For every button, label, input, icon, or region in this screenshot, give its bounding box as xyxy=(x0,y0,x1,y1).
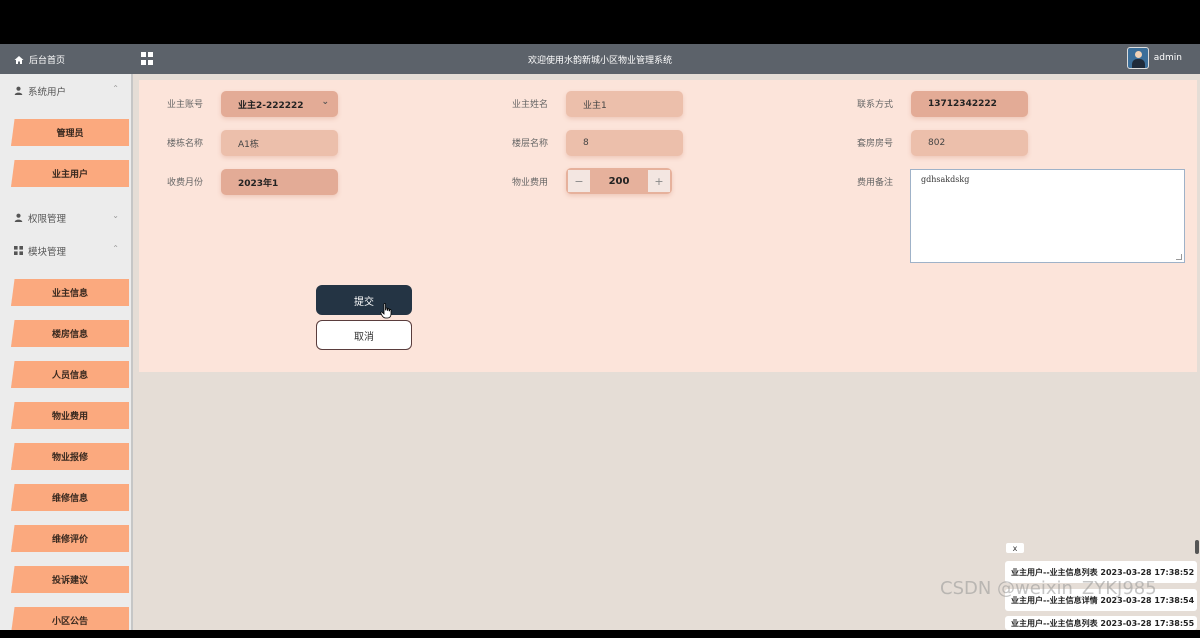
sidebar-item-admin[interactable]: 管理员 xyxy=(11,119,129,146)
fee-value[interactable]: 200 xyxy=(592,176,646,187)
home-label: 后台首页 xyxy=(29,56,66,66)
room-label: 套房房号 xyxy=(857,139,894,149)
sidebar-item-repair-requests[interactable]: 物业报修 xyxy=(11,443,129,470)
sidebar-item-property-fees[interactable]: 物业费用 xyxy=(11,402,129,429)
month-label: 收费月份 xyxy=(167,178,204,188)
user-menu[interactable]: admin xyxy=(1126,47,1182,69)
sidebar-item-building-info[interactable]: 楼房信息 xyxy=(11,320,129,347)
chevron-up-icon: ⌃ xyxy=(112,244,119,253)
username: admin xyxy=(1153,53,1182,63)
contact-field[interactable]: 13712342222 xyxy=(911,91,1028,117)
chevron-up-icon: ⌃ xyxy=(112,84,119,93)
floor-field[interactable]: 8 xyxy=(566,130,683,156)
sidebar-item-maintenance-info[interactable]: 维修信息 xyxy=(11,484,129,511)
sidebar-group-permissions[interactable]: 权限管理 ⌄ xyxy=(0,201,131,234)
building-field[interactable]: A1栋 xyxy=(221,130,338,156)
owner-name-field[interactable]: 业主1 xyxy=(566,91,683,117)
sidebar-group-system-users[interactable]: 系统用户 ⌃ xyxy=(0,74,131,107)
sidebar-item-complaints[interactable]: 投诉建议 xyxy=(11,566,129,593)
owner-account-value: 业主2-222222 xyxy=(238,100,304,111)
user-icon xyxy=(14,213,23,222)
contact-label: 联系方式 xyxy=(857,100,894,110)
owner-account-label: 业主账号 xyxy=(167,100,204,110)
notification-item[interactable]: 业主用户--业主信息列表 2023-03-28 17:38:55 xyxy=(1005,616,1197,630)
home-link[interactable]: 后台首页 xyxy=(14,53,65,66)
notification-item[interactable]: 业主用户--业主信息列表 2023-03-28 17:38:52 xyxy=(1005,561,1197,583)
sidebar-group-modules[interactable]: 模块管理 ⌃ xyxy=(0,234,131,267)
scrollbar-thumb[interactable] xyxy=(1195,540,1199,554)
notification-close-button[interactable]: x xyxy=(1006,543,1024,553)
home-icon xyxy=(14,55,24,64)
remark-label: 费用备注 xyxy=(857,178,894,188)
sidebar-item-staff-info[interactable]: 人员信息 xyxy=(11,361,129,388)
letterbox-bottom xyxy=(0,630,1200,638)
floor-label: 楼层名称 xyxy=(512,139,549,149)
sidebar-item-maintenance-reviews[interactable]: 维修评价 xyxy=(11,525,129,552)
remark-textarea[interactable]: gdhsakdskg xyxy=(910,169,1185,263)
fee-label: 物业费用 xyxy=(512,178,549,188)
chevron-down-icon: ⌄ xyxy=(112,211,119,220)
owner-account-select[interactable]: 业主2-222222 ⌄ xyxy=(221,91,338,117)
increment-button[interactable]: + xyxy=(648,170,670,192)
room-field[interactable]: 802 xyxy=(911,130,1028,156)
building-label: 楼栋名称 xyxy=(167,139,204,149)
sidebar-group-label: 模块管理 xyxy=(28,246,67,258)
chevron-down-icon: ⌄ xyxy=(321,97,329,107)
owner-name-label: 业主姓名 xyxy=(512,100,549,110)
letterbox-top xyxy=(0,0,1200,44)
menu-toggle-icon[interactable] xyxy=(141,52,154,65)
notification-item[interactable]: 业主用户--业主信息详情 2023-03-28 17:38:54 xyxy=(1005,589,1197,611)
remark-value: gdhsakdskg xyxy=(921,175,970,184)
user-icon xyxy=(14,86,23,95)
sidebar-item-owner-info[interactable]: 业主信息 xyxy=(11,279,129,306)
sidebar-group-label: 系统用户 xyxy=(28,86,67,98)
cancel-button[interactable]: 取消 xyxy=(316,320,412,350)
decrement-button[interactable]: − xyxy=(568,170,590,192)
sidebar: 系统用户 ⌃ 管理员 业主用户 权限管理 ⌄ 模块管理 ⌃ 业主信息 楼房信息 … xyxy=(0,74,133,630)
sidebar-item-owner-users[interactable]: 业主用户 xyxy=(11,160,129,187)
hand-cursor-icon xyxy=(380,303,392,319)
main-content: 业主账号 业主2-222222 ⌄ 业主姓名 业主1 联系方式 13712342… xyxy=(133,74,1200,630)
top-header: 后台首页 欢迎使用水韵新城小区物业管理系统 admin xyxy=(0,44,1200,74)
sidebar-item-announcements[interactable]: 小区公告 xyxy=(11,607,129,630)
avatar[interactable] xyxy=(1126,47,1149,69)
fee-form-panel: 业主账号 业主2-222222 ⌄ 业主姓名 业主1 联系方式 13712342… xyxy=(139,80,1197,372)
grid-icon xyxy=(14,246,23,255)
submit-button[interactable]: 提交 xyxy=(316,285,412,315)
sidebar-group-label: 权限管理 xyxy=(28,213,67,225)
fee-stepper[interactable]: − 200 + xyxy=(566,168,672,194)
resize-handle-icon[interactable] xyxy=(1176,254,1182,260)
month-field[interactable]: 2023年1 xyxy=(221,169,338,195)
system-title: 欢迎使用水韵新城小区物业管理系统 xyxy=(527,56,672,66)
